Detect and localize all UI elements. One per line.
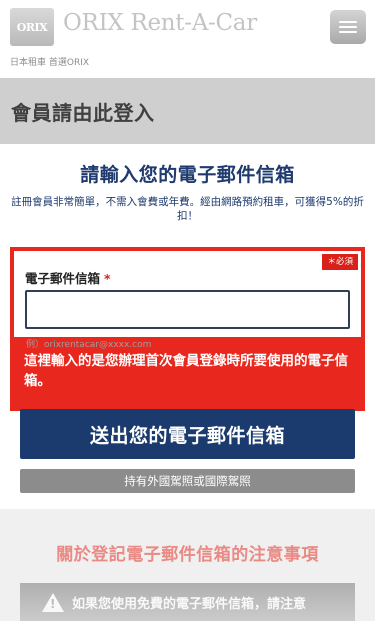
hamburger-menu-icon-bar <box>339 31 357 33</box>
email-error-message: 這裡輸入的是您辦理首次會員登錄時所要使用的電子信箱。 <box>24 353 348 389</box>
notice-title: 關於登記電子郵件信箱的注意事項 <box>56 545 319 565</box>
notice-text: 如果您使用免費的電子郵件信箱，請注意 <box>72 596 307 612</box>
brand-name: ORIX Rent-A-Car <box>63 10 257 36</box>
required-star: * <box>104 271 111 286</box>
page-title: 請輸入您的電子郵件信箱 <box>80 164 295 186</box>
required-badge: ＊必須 <box>322 254 358 270</box>
orix-logo[interactable]: ORIX <box>10 8 54 46</box>
hamburger-menu-icon <box>339 21 357 23</box>
submit-email-button[interactable]: 送出您的電子郵件信箱 <box>20 409 355 459</box>
email-example: 例）orixrentacar@xxxx.com <box>26 340 152 350</box>
login-band-title: 會員請由此登入 <box>11 100 155 125</box>
login-band: 會員請由此登入 <box>0 78 375 144</box>
foreign-license-button[interactable]: 持有外國駕照或國際駕照 <box>20 469 355 493</box>
page-description: 註冊會員非常簡單，不需入會費或年費。經由網路預約租車，可獲得5%的折扣！ <box>11 196 364 222</box>
email-form-inner: ＊必須 電子郵件信箱 * <box>14 251 361 337</box>
menu-button[interactable] <box>330 10 366 44</box>
email-input[interactable] <box>25 290 350 329</box>
email-field-label: 電子郵件信箱 * <box>25 268 111 287</box>
logo-emblem: ORIX <box>16 20 48 34</box>
tagline: 日本租車 首選ORIX <box>10 58 90 68</box>
site-header: ORIX ORIX Rent-A-Car 日本租車 首選ORIX <box>0 0 375 78</box>
notice-accordion[interactable]: 如果您使用免費的電子郵件信箱，請注意 <box>20 583 355 621</box>
email-field-label-text: 電子郵件信箱 <box>25 271 101 286</box>
hamburger-menu-icon-bar <box>339 26 357 28</box>
email-form-box: ＊必須 電子郵件信箱 * 例）orixrentacar@xxxx.com 這裡輸入… <box>10 247 365 411</box>
warning-triangle-icon <box>42 592 64 612</box>
